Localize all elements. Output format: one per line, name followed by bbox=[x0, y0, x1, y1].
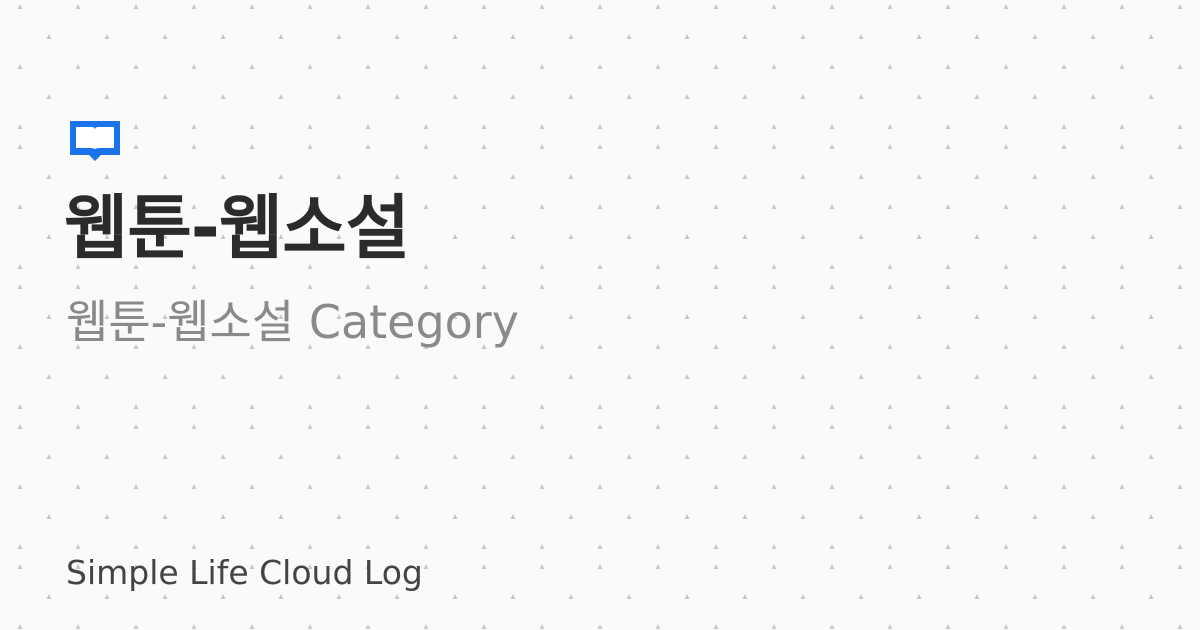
book-icon bbox=[68, 119, 122, 161]
page-subtitle: 웹툰-웹소설 Category bbox=[66, 295, 519, 349]
page-title: 웹툰-웹소설 bbox=[64, 187, 410, 269]
og-card: 웹툰-웹소설 웹툰-웹소설 Category Simple Life Cloud… bbox=[0, 0, 1200, 630]
blog-name: Simple Life Cloud Log bbox=[66, 553, 423, 592]
